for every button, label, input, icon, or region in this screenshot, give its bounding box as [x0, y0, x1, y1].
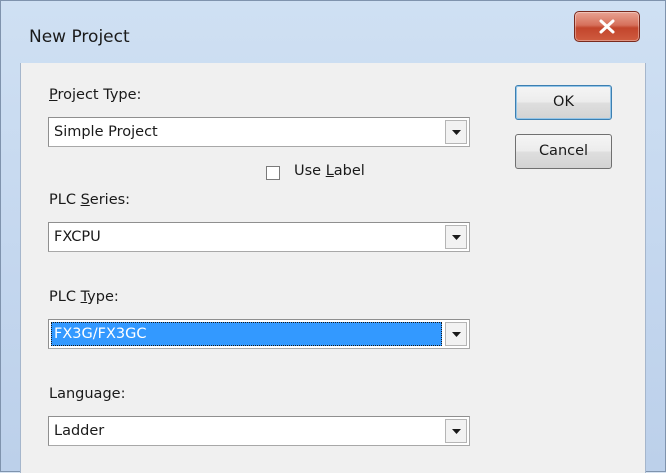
plc-type-select[interactable]: FX3G/FX3GC [48, 319, 470, 349]
project-type-dropdown-button[interactable] [445, 120, 467, 144]
use-label-checkbox[interactable] [266, 166, 280, 180]
project-type-value: Simple Project [54, 124, 158, 140]
window-title: New Project [29, 27, 130, 47]
chevron-down-icon [452, 235, 461, 240]
chevron-down-icon [452, 429, 461, 434]
project-type-label: Project Type: [49, 87, 142, 103]
close-icon [599, 19, 615, 34]
plc-series-value: FXCPU [54, 229, 101, 245]
ok-button[interactable]: OK [515, 85, 612, 120]
plc-type-value: FX3G/FX3GC [51, 322, 442, 346]
plc-series-label: PLC Series: [49, 192, 131, 208]
language-dropdown-button[interactable] [445, 419, 467, 443]
chevron-down-icon [452, 332, 461, 337]
dialog-body: Project Type: Simple Project Use Label P… [20, 63, 646, 473]
plc-type-label: PLC Type: [49, 289, 119, 305]
cancel-button[interactable]: Cancel [515, 134, 612, 169]
language-label: Language: [49, 386, 126, 402]
use-label-label[interactable]: Use Label [294, 163, 365, 179]
project-type-select[interactable]: Simple Project [48, 117, 470, 147]
language-select[interactable]: Ladder [48, 416, 470, 446]
plc-series-select[interactable]: FXCPU [48, 222, 470, 252]
plc-type-dropdown-button[interactable] [445, 322, 467, 346]
language-value: Ladder [54, 423, 105, 439]
new-project-dialog: New Project Project Type: Simple Project… [0, 0, 666, 473]
plc-series-dropdown-button[interactable] [445, 225, 467, 249]
chevron-down-icon [452, 130, 461, 135]
close-button[interactable] [574, 11, 640, 42]
